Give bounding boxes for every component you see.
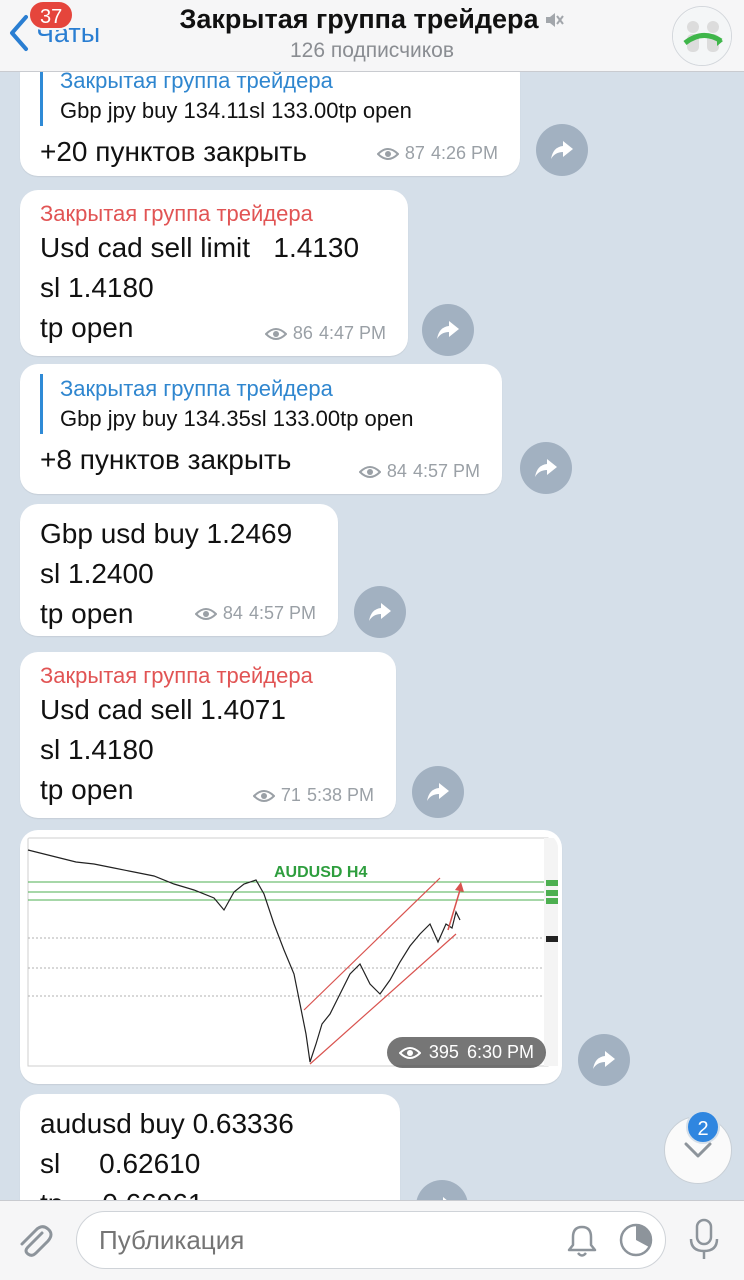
forward-button[interactable] bbox=[422, 304, 474, 356]
message-meta: 86 4:47 PM bbox=[264, 323, 386, 344]
share-arrow-icon bbox=[369, 603, 391, 621]
share-arrow-icon bbox=[437, 321, 459, 339]
paperclip-icon bbox=[20, 1225, 53, 1257]
muted-icon bbox=[545, 12, 564, 27]
timer-icon bbox=[619, 1223, 653, 1257]
message-meta: 84 4:57 PM bbox=[358, 461, 480, 482]
message-time: 4:47 PM bbox=[318, 323, 386, 343]
photo-chart-title: AUDUSD H4 bbox=[274, 864, 367, 881]
message-meta: 71 5:38 PM bbox=[252, 785, 374, 806]
title-area[interactable]: Закрытая группа трейдера 126 подписчиков bbox=[0, 4, 744, 63]
reply-text: Gbp jpy buy 134.11sl 133.00tp open bbox=[60, 98, 412, 123]
composer-bar bbox=[0, 1200, 744, 1280]
share-arrow-icon bbox=[427, 783, 449, 801]
view-count: 87 bbox=[404, 143, 425, 163]
share-arrow-icon bbox=[535, 459, 557, 477]
forward-button[interactable] bbox=[520, 442, 572, 494]
message-time: 4:57 PM bbox=[412, 461, 480, 481]
message-bubble[interactable]: Закрытая группа трейдера Usd cad sell li… bbox=[20, 190, 408, 356]
eye-icon bbox=[264, 327, 287, 340]
attach-button[interactable] bbox=[14, 1221, 54, 1266]
voice-record-button[interactable] bbox=[686, 1217, 722, 1268]
microphone-icon bbox=[689, 1218, 719, 1259]
message-text: sl 1.2400 bbox=[40, 558, 154, 589]
eye-icon bbox=[358, 465, 381, 478]
message-bubble[interactable]: Gbp usd buy 1.2469 sl 1.2400 tp open 84 … bbox=[20, 504, 338, 636]
chat-header: Чаты 37 Закрытая группа трейдера 126 под… bbox=[0, 0, 744, 72]
schedule-button[interactable] bbox=[617, 1221, 655, 1264]
reply-sender: Закрытая группа трейдера bbox=[60, 376, 333, 401]
view-count: 86 bbox=[292, 323, 313, 343]
sender-name: Закрытая группа трейдера bbox=[40, 663, 313, 688]
forward-button[interactable] bbox=[536, 124, 588, 176]
eye-icon bbox=[398, 1046, 421, 1059]
share-arrow-icon bbox=[593, 1051, 615, 1069]
chart-image[interactable]: AUDUSD H4 395 6:30 PM bbox=[24, 834, 558, 1080]
message-text: Usd cad sell limit 1.4130 bbox=[40, 232, 360, 263]
view-count: 84 bbox=[386, 461, 407, 481]
message-text: sl 0.62610 bbox=[40, 1148, 201, 1179]
eye-icon bbox=[376, 147, 399, 160]
forward-button[interactable] bbox=[578, 1034, 630, 1086]
message-text: sl 1.4180 bbox=[40, 734, 154, 765]
message-bubble[interactable]: Закрытая группа трейдера Gbp jpy buy 134… bbox=[20, 72, 520, 176]
forward-button[interactable] bbox=[354, 586, 406, 638]
message-text: sl 1.4180 bbox=[40, 272, 154, 303]
message-time: 4:57 PM bbox=[248, 603, 316, 623]
eye-icon bbox=[252, 789, 275, 802]
sender-name: Закрытая группа трейдера bbox=[40, 201, 313, 226]
message-text: Usd cad sell 1.4071 bbox=[40, 694, 286, 725]
message-time: 6:30 PM bbox=[466, 1042, 534, 1062]
message-text: tp 0.66061 bbox=[40, 1184, 380, 1200]
unread-mentions-badge: 2 bbox=[686, 1110, 720, 1144]
photo-message[interactable]: AUDUSD H4 395 6:30 PM bbox=[20, 830, 562, 1084]
subscriber-count: 126 подписчиков bbox=[289, 39, 454, 62]
view-count: 71 bbox=[280, 785, 301, 805]
photo-meta: 395 6:30 PM bbox=[386, 1037, 546, 1068]
share-arrow-icon bbox=[551, 141, 573, 159]
message-bubble[interactable]: Закрытая группа трейдера Usd cad sell 1.… bbox=[20, 652, 396, 818]
message-bubble[interactable]: audusd buy 0.63336 sl 0.62610 tp 0.66061 bbox=[20, 1094, 400, 1200]
reply-quote[interactable]: Закрытая группа трейдера Gbp jpy buy 134… bbox=[40, 374, 482, 434]
view-count: 84 bbox=[222, 603, 243, 623]
bell-icon bbox=[567, 1225, 597, 1257]
chat-title: Закрытая группа трейдера bbox=[179, 4, 539, 34]
forward-button[interactable] bbox=[412, 766, 464, 818]
notify-toggle-button[interactable] bbox=[565, 1223, 599, 1264]
chevron-down-icon bbox=[684, 1142, 712, 1158]
eye-icon bbox=[194, 607, 217, 620]
view-count: 395 bbox=[428, 1042, 459, 1062]
message-time: 4:26 PM bbox=[430, 143, 498, 163]
channel-avatar[interactable] bbox=[672, 6, 732, 66]
message-list[interactable]: Закрытая группа трейдера Gbp jpy buy 134… bbox=[0, 72, 744, 1200]
message-text: audusd buy 0.63336 bbox=[40, 1108, 294, 1139]
reply-quote[interactable]: Закрытая группа трейдера Gbp jpy buy 134… bbox=[40, 72, 500, 126]
message-bubble[interactable]: Закрытая группа трейдера Gbp jpy buy 134… bbox=[20, 364, 502, 494]
forward-button[interactable] bbox=[416, 1180, 468, 1200]
message-meta: 84 4:57 PM bbox=[194, 603, 316, 624]
reply-text: Gbp jpy buy 134.35sl 133.00tp open bbox=[60, 406, 414, 431]
reply-sender: Закрытая группа трейдера bbox=[60, 72, 333, 93]
message-time: 5:38 PM bbox=[306, 785, 374, 805]
avatar-image bbox=[673, 7, 731, 65]
message-text: Gbp usd buy 1.2469 bbox=[40, 518, 293, 549]
message-meta: 87 4:26 PM bbox=[376, 143, 498, 164]
